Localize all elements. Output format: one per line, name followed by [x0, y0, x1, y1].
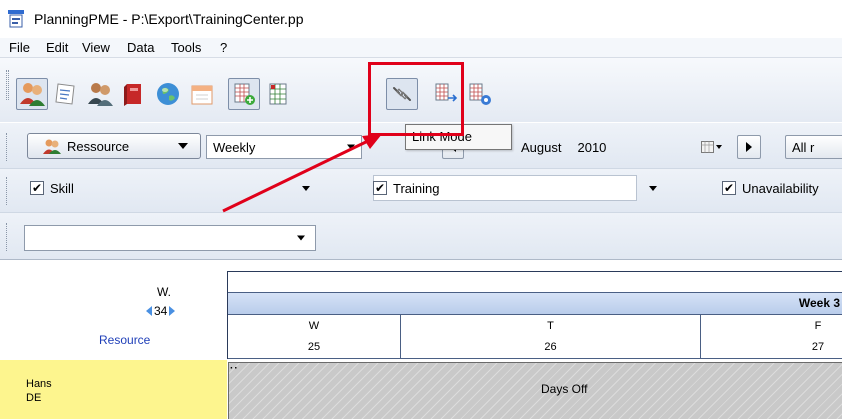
day-number: 26	[544, 341, 557, 353]
training-checkbox[interactable]: ✔	[373, 181, 387, 195]
resources-icon	[20, 83, 45, 106]
day-number: 25	[307, 341, 321, 353]
resources-view-button[interactable]	[16, 78, 48, 110]
days-off-block[interactable]: Days Off	[228, 362, 842, 419]
grid-button[interactable]	[262, 78, 294, 110]
previous-week-icon[interactable]	[146, 306, 152, 316]
menu-help[interactable]: ?	[220, 40, 227, 55]
chevron-right-icon	[746, 142, 752, 152]
date-year: 2010	[577, 139, 607, 155]
globe-icon	[157, 83, 179, 105]
link-mode-highlight	[368, 62, 464, 136]
calendar-picker-icon	[701, 141, 722, 153]
day-number: 27	[811, 341, 825, 353]
settings-grid-icon	[469, 83, 491, 105]
chevron-down-icon	[649, 186, 657, 191]
week-header-label: Week 3	[798, 296, 840, 310]
menu-data[interactable]: Data	[127, 40, 154, 55]
tasks-view-button[interactable]	[50, 78, 82, 110]
day-letter: T	[547, 320, 554, 332]
calendar-icon	[191, 85, 213, 105]
title-bar: PlanningPME - P:\Export\TrainingCenter.p…	[0, 0, 842, 38]
grid-icon	[269, 83, 287, 105]
all-resources-label: All r	[792, 139, 815, 155]
resource-code: DE	[26, 392, 42, 404]
week-abbreviation: W.	[157, 285, 171, 299]
days-off-label: Days Off	[541, 382, 588, 396]
add-grid-icon	[234, 83, 255, 105]
all-resources-button[interactable]: All r	[785, 135, 842, 159]
skill-filter[interactable]: ✔ Skill	[30, 175, 318, 201]
add-grid-button[interactable]	[228, 78, 260, 110]
resize-handle-icon[interactable]: ··	[230, 363, 239, 374]
menu-bar: File Edit View Data Tools ?	[0, 38, 842, 58]
calendar-picker-button[interactable]	[696, 135, 728, 159]
chevron-down-icon	[302, 186, 310, 191]
next-week-icon[interactable]	[169, 306, 176, 316]
day-letter: F	[814, 320, 822, 332]
resource-column-link[interactable]: Resource	[99, 333, 150, 347]
toolbar-grip[interactable]	[6, 70, 9, 100]
settings-grid-button[interactable]	[464, 78, 496, 110]
category-filter-bar: ✔ Skill ✔ Training ✔ Unavailability	[0, 168, 842, 212]
menu-view[interactable]: View	[82, 40, 110, 55]
grid-top-row	[228, 272, 842, 293]
book-icon	[124, 84, 141, 106]
extra-filter-bar	[0, 212, 842, 260]
row-grip[interactable]	[6, 223, 9, 251]
resource-dropdown-button[interactable]: Ressource	[27, 133, 201, 159]
resource-row-label[interactable]: Hans DE	[0, 360, 227, 419]
unavailability-filter[interactable]: ✔ Unavailability	[722, 175, 842, 201]
day-column-header[interactable]: T 26	[401, 315, 701, 359]
view-mode-select[interactable]: Weekly	[206, 135, 362, 159]
calendar-button[interactable]	[186, 78, 218, 110]
resource-name: Hans	[26, 378, 52, 390]
day-column-header[interactable]: F 27	[701, 315, 842, 359]
customers-icon	[88, 83, 113, 106]
week-header: Week 3	[228, 293, 842, 315]
tasks-icon	[55, 83, 75, 105]
menu-edit[interactable]: Edit	[46, 40, 68, 55]
week-navigator: 34	[146, 304, 176, 318]
chevron-down-icon	[347, 144, 355, 150]
customers-view-button[interactable]	[84, 78, 116, 110]
row-grip[interactable]	[6, 133, 9, 161]
skill-checkbox[interactable]: ✔	[30, 181, 44, 195]
row-grip[interactable]	[6, 177, 9, 205]
training-label: Training	[393, 180, 440, 196]
date-field[interactable]: August 2010	[514, 135, 676, 159]
skill-label: Skill	[50, 180, 74, 196]
day-letter: W	[308, 320, 320, 332]
window-title: PlanningPME - P:\Export\TrainingCenter.p…	[34, 11, 304, 27]
week-number: 34	[154, 304, 168, 318]
chevron-down-icon	[297, 235, 305, 241]
resources-icon	[43, 139, 61, 154]
projects-view-button[interactable]	[118, 78, 150, 110]
view-mode-value: Weekly	[213, 139, 256, 155]
next-period-button[interactable]	[737, 135, 761, 159]
date-month: August	[521, 139, 562, 155]
unavailability-checkbox[interactable]: ✔	[722, 181, 736, 195]
resource-dropdown-label: Ressource	[67, 138, 130, 154]
chevron-down-icon	[178, 143, 188, 149]
planningpme-app-icon	[8, 10, 24, 28]
menu-tools[interactable]: Tools	[171, 40, 201, 55]
extra-filter-select[interactable]	[24, 225, 316, 251]
web-button[interactable]	[152, 78, 184, 110]
menu-file[interactable]: File	[9, 40, 30, 55]
day-column-header[interactable]: W 25	[228, 315, 401, 359]
training-filter[interactable]: ✔ Training	[373, 175, 661, 201]
unavailability-label: Unavailability	[742, 180, 819, 196]
